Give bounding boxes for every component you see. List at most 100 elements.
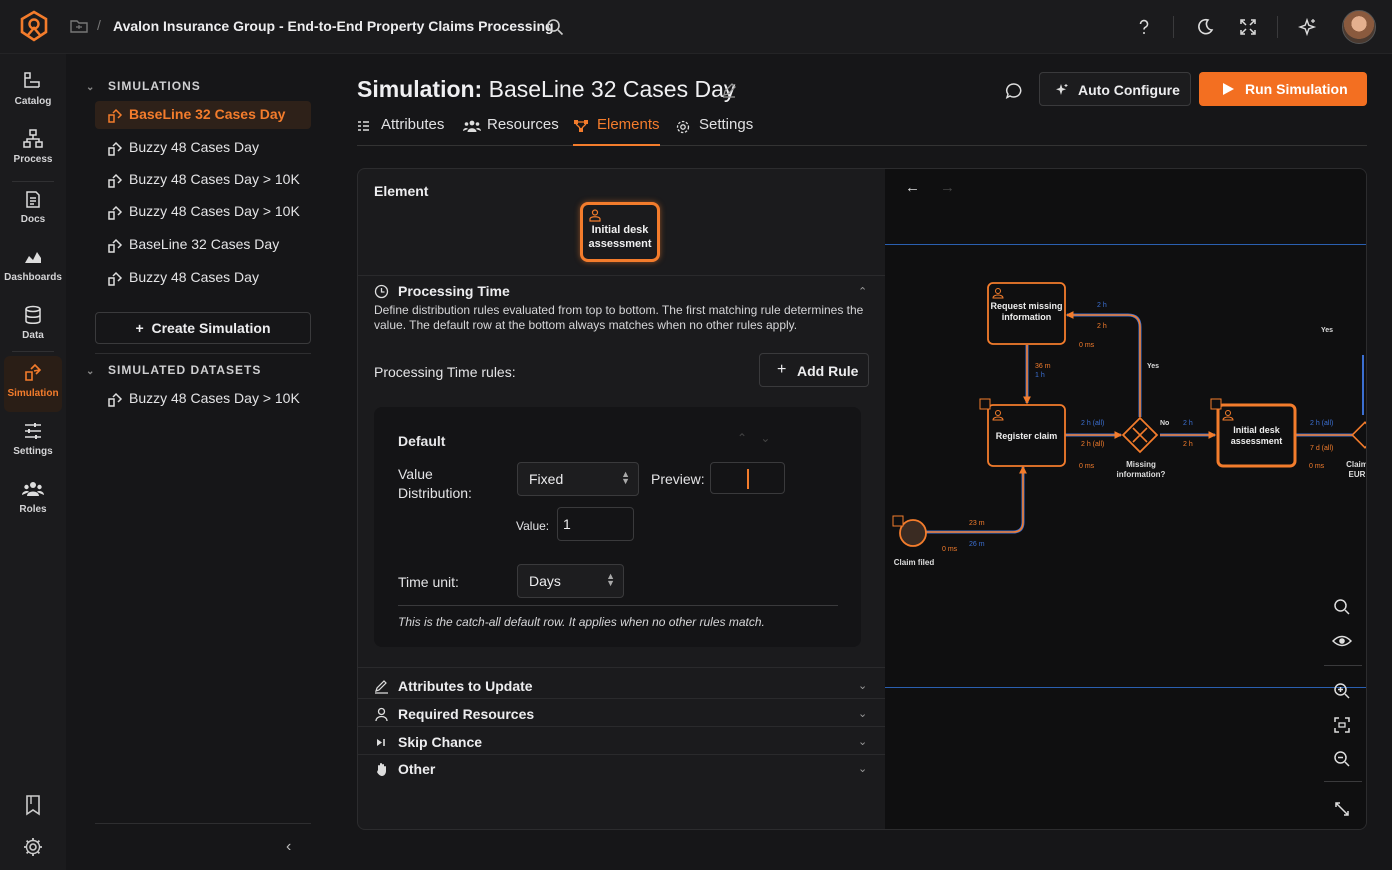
tab-attributes[interactable]: Attributes	[357, 116, 444, 146]
fit-screen-icon[interactable]	[1332, 715, 1352, 735]
breadcrumb-project[interactable]: Avalon Insurance Group - End-to-End Prop…	[113, 18, 554, 34]
auto-configure-button[interactable]: Auto Configure	[1039, 72, 1191, 106]
comment-icon[interactable]	[1005, 82, 1023, 100]
zoom-out-icon[interactable]	[1332, 749, 1352, 769]
search-icon[interactable]	[546, 18, 564, 36]
simulations-section-header[interactable]: ⌄ SIMULATIONS	[86, 79, 201, 93]
person-icon	[375, 707, 388, 722]
distribution-preview	[710, 462, 785, 494]
bpmn-diagram: Request missing information Register cla…	[885, 282, 1366, 572]
gateway-missing-information[interactable]: Missing information?	[1105, 416, 1177, 484]
rail-item-dashboards[interactable]: Dashboards	[0, 240, 66, 296]
expand-icon[interactable]	[1332, 799, 1352, 819]
flow-label: 2 h (all)	[1081, 441, 1104, 448]
list-icon	[358, 121, 369, 131]
other-header[interactable]: Other	[374, 761, 435, 777]
processing-time-header[interactable]: Processing Time	[374, 283, 510, 299]
moon-icon[interactable]	[1195, 17, 1215, 37]
value-input[interactable]: 1	[557, 507, 634, 541]
rail-item-docs[interactable]: Docs	[0, 182, 66, 238]
docs-icon	[26, 191, 40, 208]
datasets-section-header[interactable]: ⌄ SIMULATED DATASETS	[86, 363, 261, 377]
simulation-item[interactable]: BaseLine 32 Cases Day	[95, 101, 311, 129]
rail-label: Docs	[20, 214, 46, 225]
tab-resources[interactable]: Resources	[463, 116, 559, 146]
time-unit-label: Time unit:	[398, 574, 459, 590]
help-icon[interactable]	[1134, 17, 1154, 37]
distribution-select[interactable]: Fixed ▲ ▼	[517, 462, 639, 496]
start-event-claim-filed[interactable]: Claim filed	[885, 515, 943, 572]
section-divider	[358, 698, 885, 699]
dataset-item[interactable]: Buzzy 48 Cases Day > 10K	[95, 385, 311, 413]
simulation-icon	[108, 392, 123, 407]
clock-icon	[374, 284, 389, 299]
toolbar-divider	[1277, 16, 1278, 38]
simulation-item[interactable]: Buzzy 48 Cases Day > 10K	[95, 166, 311, 194]
flow-label: No	[1160, 420, 1169, 427]
task-request-missing-information[interactable]: Request missing information	[987, 282, 1066, 345]
elements-panel: Element Initial desk assessment Processi…	[357, 168, 1367, 830]
flow-label: 2 h	[1097, 323, 1107, 330]
page-title: Simulation: BaseLine 32 Cases Day	[357, 76, 736, 102]
flow-label: 2 h (all)	[1310, 420, 1333, 427]
run-simulation-button[interactable]: Run Simulation	[1199, 72, 1367, 106]
rail-item-data[interactable]: Data	[0, 298, 66, 354]
add-rule-button[interactable]: + Add Rule	[759, 353, 869, 387]
user-avatar[interactable]	[1342, 10, 1376, 44]
selected-element-node[interactable]: Initial desk assessment	[580, 202, 660, 262]
search-icon[interactable]	[1332, 597, 1352, 617]
skip-icon	[377, 739, 385, 746]
flow-label: 2 h	[1183, 441, 1193, 448]
collapse-sidebar-chevron-icon[interactable]: ‹	[286, 838, 291, 856]
rail-item-simulation[interactable]: Simulation	[4, 356, 62, 412]
tab-elements[interactable]: Elements	[573, 116, 660, 146]
rail-item-settings[interactable]: Settings	[0, 414, 66, 470]
value-distribution-label: Value Distribution:	[398, 466, 472, 501]
breadcrumb-separator: /	[97, 17, 101, 33]
tab-settings[interactable]: Settings	[675, 116, 753, 146]
section-divider	[358, 667, 885, 668]
flow-label: 36 m	[1035, 363, 1051, 370]
section-divider	[358, 726, 885, 727]
required-resources-header[interactable]: Required Resources	[374, 706, 534, 722]
folder-icon[interactable]	[70, 18, 88, 34]
fullscreen-icon[interactable]	[1238, 17, 1258, 37]
play-icon	[1223, 83, 1234, 95]
flow-label: 2 h	[1183, 420, 1193, 427]
simulation-item-label: BaseLine 32 Cases Day	[129, 106, 286, 122]
section-divider	[358, 275, 885, 276]
create-simulation-button[interactable]: + Create Simulation	[95, 312, 311, 344]
flow-label: 23 m	[969, 520, 985, 527]
simulation-item[interactable]: Buzzy 48 Cases Day	[95, 134, 311, 162]
sparkles-icon[interactable]	[1298, 17, 1318, 37]
rail-item-roles[interactable]: Roles	[0, 472, 66, 528]
rail-item-process[interactable]: Process	[0, 122, 66, 178]
process-diagram-canvas[interactable]: ← → Request missing information Register…	[885, 169, 1366, 829]
simulation-item[interactable]: Buzzy 48 Cases Day > 10K	[95, 198, 311, 226]
chevron-up-icon[interactable]: ⌃	[858, 285, 867, 298]
chevron-down-icon[interactable]: ⌄	[858, 762, 867, 775]
time-unit-select[interactable]: Days ▲ ▼	[517, 564, 624, 598]
simulation-item[interactable]: Buzzy 48 Cases Day	[95, 264, 311, 292]
preview-label: Preview:	[651, 471, 705, 487]
attributes-to-update-header[interactable]: Attributes to Update	[374, 678, 533, 694]
simulation-item-label: BaseLine 32 Cases Day	[129, 236, 280, 252]
task-register-claim[interactable]: Register claim	[979, 398, 1066, 467]
flow-label: 2 h	[1097, 302, 1107, 309]
rail-label: Simulation	[7, 388, 59, 399]
simulation-item[interactable]: BaseLine 32 Cases Day	[95, 231, 311, 259]
rail-item-catalog[interactable]: Catalog	[0, 64, 66, 120]
bookmark-icon[interactable]	[23, 794, 43, 816]
eye-icon[interactable]	[1332, 631, 1352, 651]
task-initial-desk-assessment[interactable]: Initial desk assessment	[1210, 398, 1297, 468]
chevron-down-icon[interactable]: ⌄	[858, 707, 867, 720]
chevron-down-icon[interactable]: ⌄	[858, 679, 867, 692]
simulation-icon	[25, 363, 42, 381]
zoom-in-icon[interactable]	[1332, 681, 1352, 701]
gear-icon[interactable]	[22, 836, 44, 858]
edit-pencil-icon[interactable]	[721, 82, 737, 98]
app-logo-icon[interactable]	[18, 10, 50, 42]
skip-chance-header[interactable]: Skip Chance	[374, 734, 482, 750]
chevron-down-icon[interactable]: ⌄	[858, 735, 867, 748]
flow-label: 0 ms	[1079, 463, 1095, 470]
